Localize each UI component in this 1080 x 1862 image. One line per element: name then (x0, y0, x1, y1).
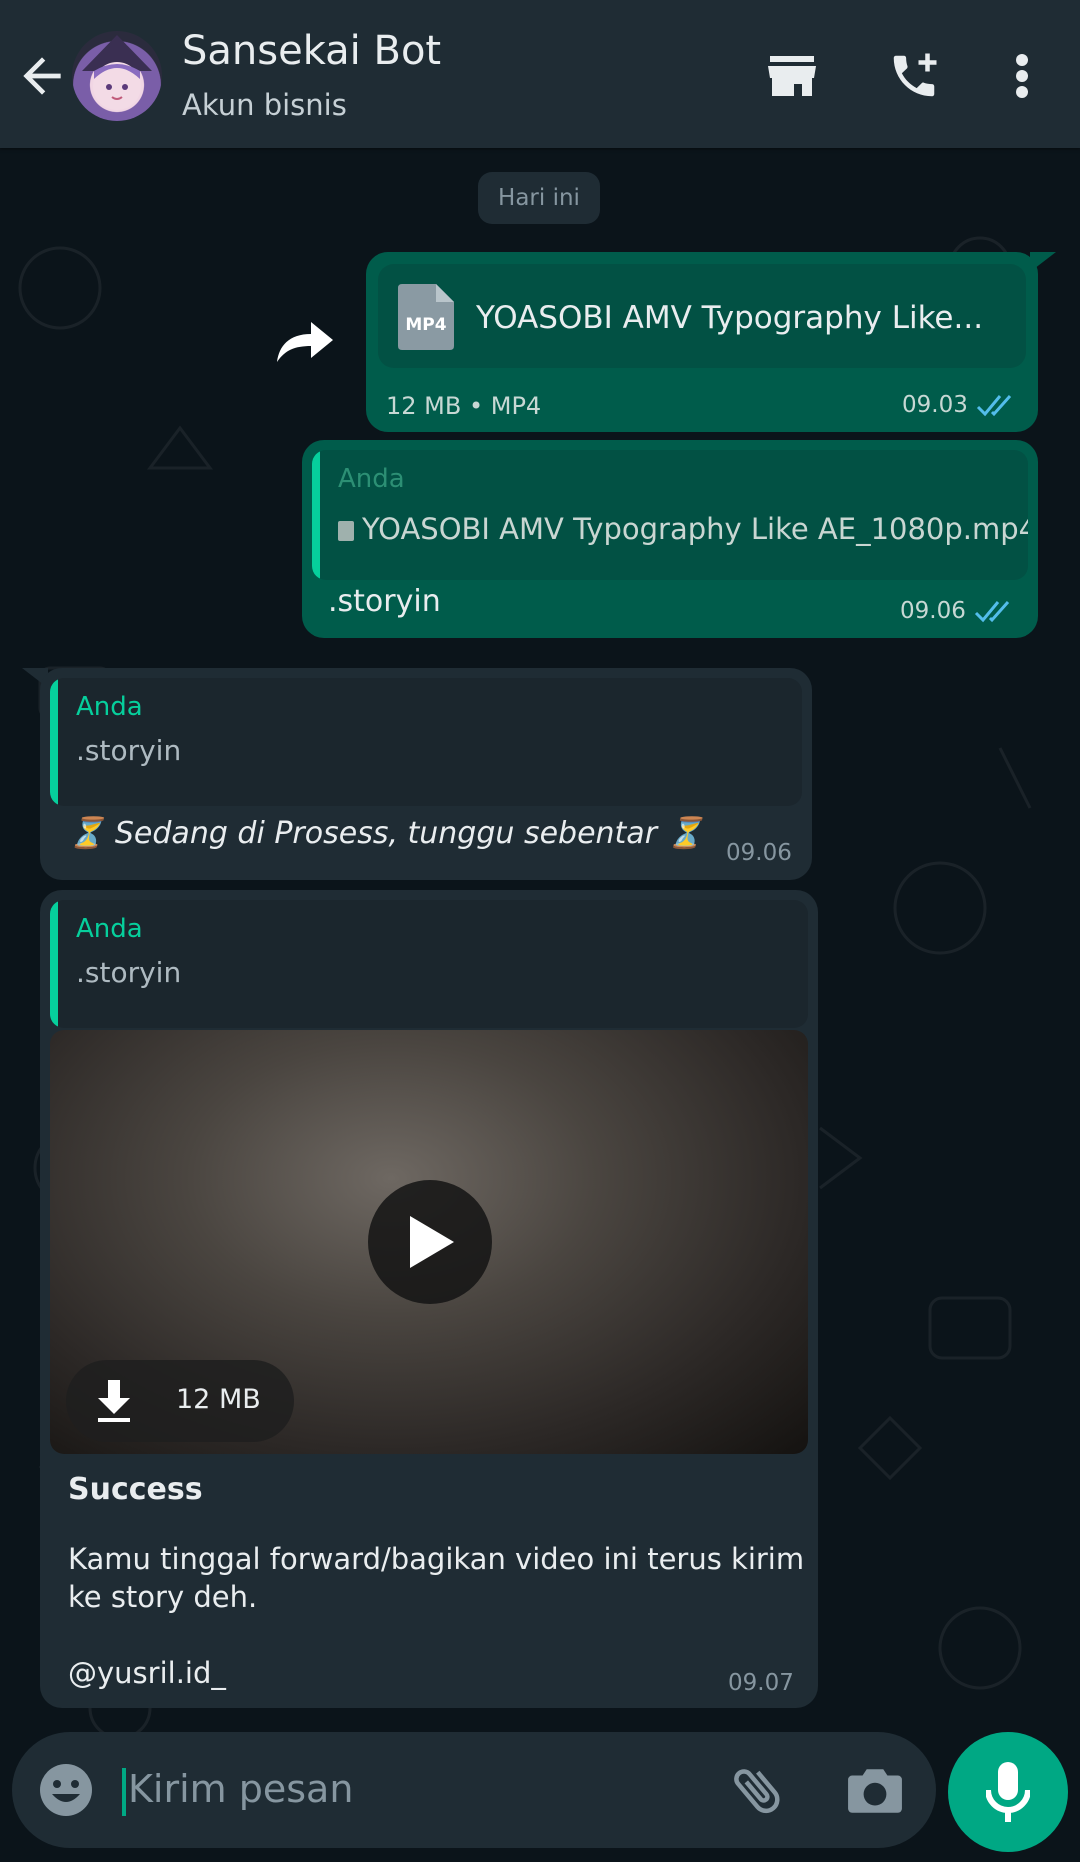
forward-icon[interactable] (266, 312, 344, 372)
quote-bar (50, 900, 58, 1028)
read-ticks-icon (974, 601, 1010, 623)
attach-icon[interactable] (728, 1760, 788, 1820)
message-text: .storyin (328, 584, 441, 619)
quoted-file-name: YOASOBI AMV Typography Like AE_1080p.mp4 (362, 512, 1028, 546)
text-caret (122, 1768, 126, 1816)
message-time: 09.06 (726, 840, 792, 866)
quoted-message[interactable]: Anda .storyin (50, 900, 808, 1028)
quoted-message[interactable]: Anda YOASOBI AMV Typography Like AE_1080… (312, 450, 1028, 580)
read-ticks-icon (976, 395, 1012, 417)
play-icon (410, 1216, 454, 1268)
contact-name[interactable]: Sansekai Bot (182, 28, 441, 74)
add-call-icon[interactable] (884, 46, 944, 106)
video-thumbnail[interactable]: 12 MB (50, 1030, 808, 1454)
quote-bar (312, 450, 320, 580)
document-file-name: YOASOBI AMV Typography Like... (476, 300, 984, 336)
quoted-message[interactable]: Anda .storyin (50, 678, 802, 806)
camera-icon[interactable] (846, 1762, 904, 1818)
microphone-icon (986, 1762, 1030, 1822)
message-text: ⏳ Sedang di Prosess, tunggu sebentar ⏳ (68, 816, 704, 851)
outgoing-reply-message[interactable]: Anda YOASOBI AMV Typography Like AE_1080… (302, 440, 1038, 638)
message-body-line: Kamu tinggal forward/bagikan video ini t… (68, 1542, 805, 1576)
quoted-document: YOASOBI AMV Typography Like AE_1080p.mp4 (338, 512, 1028, 546)
play-button[interactable] (368, 1180, 492, 1304)
contact-avatar[interactable] (72, 31, 162, 121)
document-small-icon (338, 521, 354, 541)
incoming-video-message[interactable]: Anda .storyin 12 MB Success Kamu tinggal… (40, 890, 818, 1708)
quoted-author: Anda (338, 464, 405, 494)
message-time: 09.07 (728, 1670, 794, 1696)
quoted-author: Anda (76, 692, 143, 722)
quoted-text: .storyin (76, 956, 182, 989)
mp4-file-icon: MP4 (398, 284, 454, 350)
document-card[interactable]: MP4 YOASOBI AMV Typography Like... (378, 264, 1026, 368)
quoted-author: Anda (76, 914, 143, 944)
message-time: 09.03 (902, 392, 968, 418)
message-heading: Success (68, 1472, 203, 1507)
contact-status[interactable]: Akun bisnis (182, 88, 347, 122)
document-meta: 12 MB • MP4 (386, 392, 542, 420)
message-signature: @yusril.id_ (68, 1656, 226, 1690)
message-body-line: ke story deh. (68, 1580, 258, 1614)
video-size: 12 MB (176, 1384, 261, 1415)
message-time: 09.06 (900, 598, 966, 624)
quote-bar (50, 678, 58, 806)
download-icon (98, 1380, 130, 1422)
chat-header: Sansekai Bot Akun bisnis (0, 0, 1080, 148)
message-input[interactable]: Kirim pesan (128, 1767, 353, 1811)
emoji-icon[interactable] (38, 1762, 94, 1818)
mp4-badge-text: MP4 (405, 315, 446, 335)
message-composer: Kirim pesan (12, 1732, 936, 1848)
back-arrow-icon[interactable] (14, 48, 70, 104)
outgoing-document-message[interactable]: MP4 YOASOBI AMV Typography Like... 12 MB… (366, 252, 1038, 432)
store-icon[interactable] (762, 46, 822, 106)
bubble-tail (1030, 252, 1056, 272)
date-divider: Hari ini (478, 172, 600, 224)
more-vert-icon[interactable] (992, 46, 1052, 106)
voice-record-button[interactable] (948, 1732, 1068, 1852)
quoted-text: .storyin (76, 734, 182, 767)
download-button[interactable]: 12 MB (66, 1360, 294, 1442)
incoming-reply-message[interactable]: Anda .storyin ⏳ Sedang di Prosess, tungg… (40, 668, 812, 880)
